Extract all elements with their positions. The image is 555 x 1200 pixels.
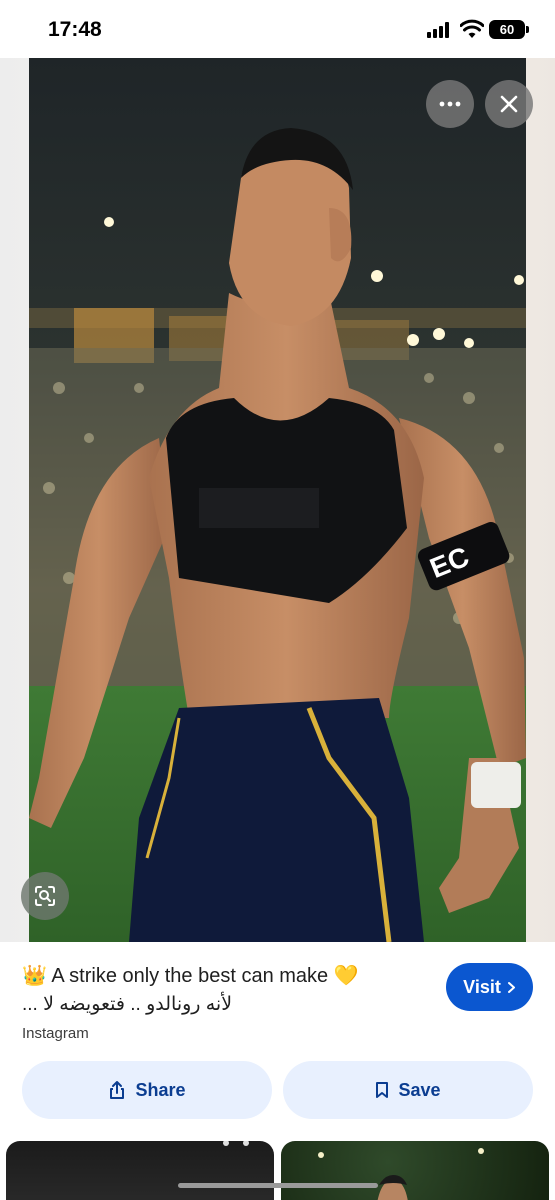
battery-icon: 60	[489, 20, 525, 39]
heart-emoji: 💛	[333, 965, 359, 987]
visual-search-button[interactable]	[21, 872, 69, 920]
crown-emoji: 👑	[22, 965, 47, 987]
save-label: Save	[398, 1079, 441, 1100]
status-bar: 17:48 60	[0, 0, 555, 58]
close-icon	[500, 95, 518, 113]
share-icon	[110, 1081, 125, 1099]
battery-tip	[526, 26, 529, 33]
status-time: 17:48	[48, 18, 102, 41]
close-button[interactable]	[485, 80, 533, 128]
thumbnail-image	[223, 1141, 249, 1146]
bookmark-icon	[376, 1082, 389, 1098]
lens-icon	[35, 886, 55, 906]
pin-photo[interactable]: EC	[29, 58, 526, 942]
pin-title-text: A strike only the best can make	[51, 965, 329, 987]
wifi-icon	[460, 19, 484, 38]
related-pin-thumbnail[interactable]	[281, 1141, 549, 1200]
share-button[interactable]: Share	[22, 1061, 272, 1119]
thumbnail-image	[318, 1148, 484, 1200]
pin-source[interactable]: Instagram	[22, 1025, 89, 1042]
pin-subtitle: ... لأنه رونالدو .. فتعويضه لا	[22, 994, 233, 1015]
pin-info-panel: 👑 A strike only the best can make 💛 ... …	[0, 942, 555, 1200]
signal-icon	[427, 22, 453, 38]
share-label: Share	[135, 1079, 186, 1100]
pin-image-viewer: EC	[0, 58, 555, 942]
visit-label: Visit	[463, 976, 501, 997]
battery-level: 60	[499, 22, 515, 37]
save-button[interactable]: Save	[283, 1061, 533, 1119]
pin-title: 👑 A strike only the best can make 💛	[22, 964, 432, 988]
more-options-button[interactable]	[426, 80, 474, 128]
related-pin-thumbnail[interactable]	[6, 1141, 274, 1200]
photo-illustration: EC	[29, 58, 526, 942]
home-indicator	[178, 1183, 378, 1188]
visit-button[interactable]: Visit	[446, 963, 533, 1011]
chevron-right-icon	[507, 981, 515, 993]
more-icon	[439, 101, 461, 107]
